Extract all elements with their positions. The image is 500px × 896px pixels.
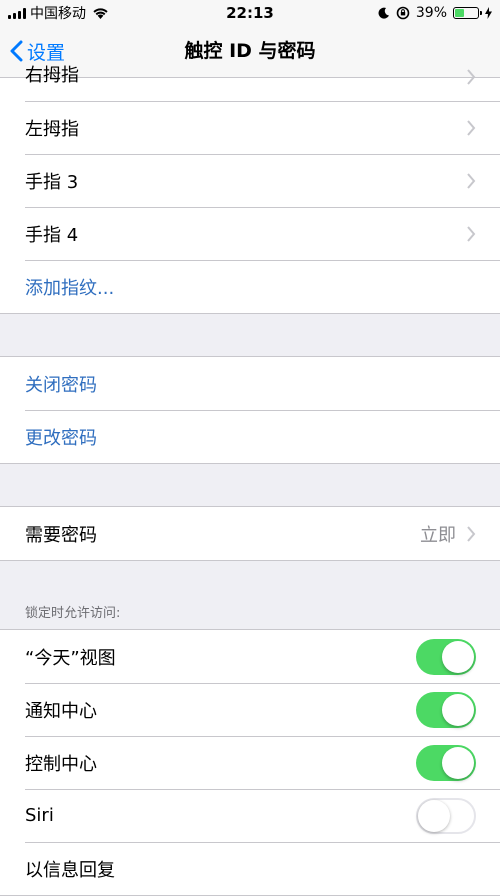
chevron-left-icon: [10, 40, 23, 62]
siri-label: Siri: [25, 805, 54, 826]
change-passcode-label: 更改密码: [25, 427, 97, 449]
chevron-right-icon: [467, 172, 476, 189]
require-passcode-group: 需要密码 立即: [0, 506, 500, 561]
control-center-label: 控制中心: [25, 753, 97, 775]
status-bar: 中国移动 22:13 39%: [0, 0, 500, 26]
passcode-group: 关闭密码 更改密码: [0, 356, 500, 464]
fingerprint-label: 右拇指: [25, 64, 79, 86]
signal-icon: [8, 7, 26, 19]
switch-knob: [442, 640, 474, 673]
battery-fill: [455, 9, 464, 17]
fingerprint-row-finger-4[interactable]: 手指 4: [0, 207, 500, 260]
today-view-row: “今天”视图: [0, 630, 500, 683]
settings-list: 右拇指 左拇指 手指 3 手指 4 添加指纹... 关闭密码 更改密码 需要密码…: [0, 65, 500, 896]
fingerprint-row-left-thumb[interactable]: 左拇指: [0, 101, 500, 154]
carrier-name: 中国移动: [30, 6, 86, 22]
require-passcode-value: 立即: [420, 524, 456, 546]
siri-row: Siri: [0, 789, 500, 842]
switch-knob: [442, 746, 474, 779]
today-view-label: “今天”视图: [25, 647, 116, 669]
require-passcode-label: 需要密码: [25, 524, 97, 546]
turn-passcode-off-label: 关闭密码: [25, 374, 97, 396]
switch-knob: [442, 693, 474, 726]
fingerprint-group: 右拇指 左拇指 手指 3 手指 4 添加指纹...: [0, 65, 500, 314]
siri-switch[interactable]: [416, 797, 476, 834]
add-fingerprint-label: 添加指纹...: [25, 277, 115, 299]
section-header: 锁定时允许访问:: [25, 606, 121, 621]
charging-bolt-icon: [485, 7, 492, 19]
fingerprint-label: 左拇指: [25, 118, 79, 140]
fingerprint-label: 手指 4: [25, 224, 79, 246]
moon-icon: [378, 7, 389, 19]
chevron-right-icon: [467, 119, 476, 136]
notification-center-label: 通知中心: [25, 700, 97, 722]
fingerprint-row-right-thumb[interactable]: 右拇指: [0, 65, 500, 101]
switch-knob: [418, 799, 450, 832]
turn-passcode-off-button[interactable]: 关闭密码: [0, 357, 500, 410]
battery-percent: 39%: [415, 5, 447, 21]
change-passcode-button[interactable]: 更改密码: [0, 410, 500, 463]
require-passcode-row[interactable]: 需要密码 立即: [0, 507, 500, 560]
notification-center-switch[interactable]: [416, 691, 476, 728]
fingerprint-row-finger-3[interactable]: 手指 3: [0, 154, 500, 207]
add-fingerprint-button[interactable]: 添加指纹...: [0, 260, 500, 313]
reply-with-message-label: 以信息回复: [25, 859, 115, 881]
control-center-row: 控制中心: [0, 736, 500, 789]
lock-access-group: “今天”视图 通知中心 控制中心 Siri 以信息回复: [0, 629, 500, 896]
chevron-right-icon: [467, 525, 476, 542]
chevron-right-icon: [467, 225, 476, 242]
reply-with-message-row: 以信息回复: [0, 842, 500, 895]
notification-center-row: 通知中心: [0, 683, 500, 736]
fingerprint-label: 手指 3: [25, 171, 79, 193]
wifi-icon: [93, 8, 108, 19]
rotation-lock-icon: [396, 6, 410, 20]
today-view-switch[interactable]: [416, 638, 476, 675]
control-center-switch[interactable]: [416, 744, 476, 781]
battery-icon: [453, 7, 482, 19]
chevron-right-icon: [467, 68, 476, 85]
